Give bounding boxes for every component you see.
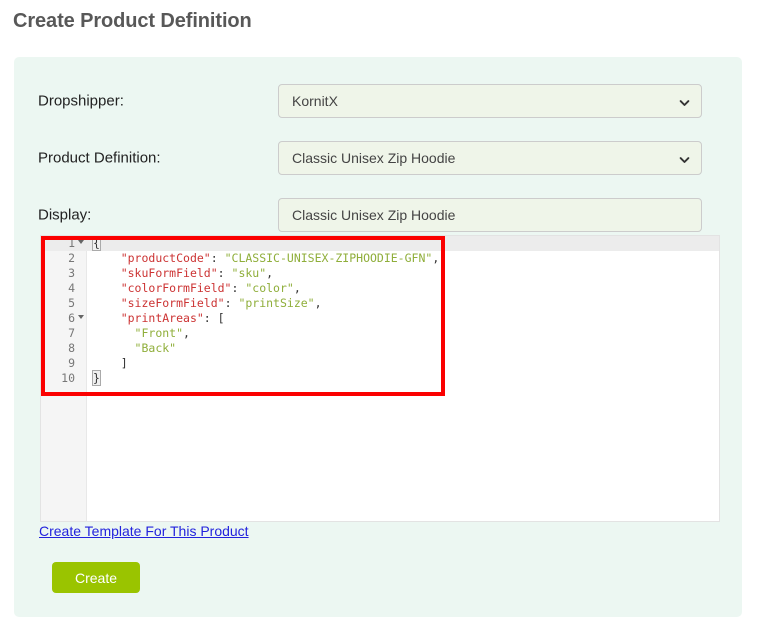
- line-number: 7: [68, 326, 75, 340]
- create-template-link[interactable]: Create Template For This Product: [39, 523, 249, 539]
- code-line: 4 "colorFormField": "color",: [41, 281, 719, 296]
- code-line-text: "Front",: [134, 326, 190, 340]
- code-line-text: "colorFormField": "color",: [120, 281, 301, 295]
- code-line: 6 "printAreas": [: [41, 311, 719, 326]
- line-number: 6: [68, 311, 75, 325]
- form-row-dropshipper: Dropshipper: KornitX: [14, 84, 742, 118]
- line-number: 2: [68, 251, 75, 265]
- code-line: 3 "skuFormField": "sku",: [41, 266, 719, 281]
- code-line-text: ]: [120, 356, 128, 370]
- code-line: 7 "Front",: [41, 326, 719, 341]
- form-row-product-definition: Product Definition: Classic Unisex Zip H…: [14, 141, 742, 175]
- label-display: Display:: [38, 206, 92, 224]
- create-button[interactable]: Create: [52, 562, 140, 593]
- code-line: 5 "sizeFormField": "printSize",: [41, 296, 719, 311]
- fold-arrow-icon[interactable]: [78, 240, 84, 244]
- code-line-text: "skuFormField": "sku",: [120, 266, 274, 280]
- line-number: 4: [68, 281, 75, 295]
- code-line: 2 "productCode": "CLASSIC-UNISEX-ZIPHOOD…: [41, 251, 719, 266]
- code-line-text: "sizeFormField": "printSize",: [120, 296, 322, 310]
- code-line-text: "productCode": "CLASSIC-UNISEX-ZIPHOODIE…: [120, 251, 440, 265]
- fold-arrow-icon[interactable]: [78, 315, 84, 319]
- code-line-text: {: [92, 236, 101, 251]
- code-line-text: "printAreas": [: [120, 311, 225, 325]
- json-code-editor[interactable]: 1{2 "productCode": "CLASSIC-UNISEX-ZIPHO…: [40, 235, 720, 522]
- dropshipper-select[interactable]: KornitX: [278, 84, 702, 118]
- dropshipper-select-value: KornitX: [292, 93, 338, 109]
- chevron-down-icon: [679, 153, 690, 164]
- code-line-text: }: [92, 370, 101, 386]
- create-product-form-panel: Dropshipper: KornitX Product Definition:…: [14, 57, 742, 617]
- line-number: 9: [68, 356, 75, 370]
- display-input[interactable]: Classic Unisex Zip Hoodie: [278, 198, 702, 232]
- line-number: 3: [68, 266, 75, 280]
- label-dropshipper: Dropshipper:: [38, 92, 124, 110]
- product-definition-select-value: Classic Unisex Zip Hoodie: [292, 150, 456, 166]
- line-number: 10: [61, 371, 75, 385]
- line-number: 1: [68, 236, 75, 250]
- form-row-display: Display: Classic Unisex Zip Hoodie: [14, 198, 742, 232]
- chevron-down-icon: [679, 96, 690, 107]
- page-title: Create Product Definition: [13, 10, 252, 32]
- line-number: 5: [68, 296, 75, 310]
- code-line: 1{: [41, 236, 719, 251]
- display-input-value: Classic Unisex Zip Hoodie: [292, 207, 456, 223]
- code-line: 9 ]: [41, 356, 719, 371]
- code-line-text: "Back": [134, 341, 177, 355]
- code-line: 8 "Back": [41, 341, 719, 356]
- line-number: 8: [68, 341, 75, 355]
- label-product-definition: Product Definition:: [38, 149, 161, 167]
- product-definition-select[interactable]: Classic Unisex Zip Hoodie: [278, 141, 702, 175]
- code-line: 10}: [41, 370, 719, 386]
- editor-code-area[interactable]: 1{2 "productCode": "CLASSIC-UNISEX-ZIPHO…: [41, 236, 719, 521]
